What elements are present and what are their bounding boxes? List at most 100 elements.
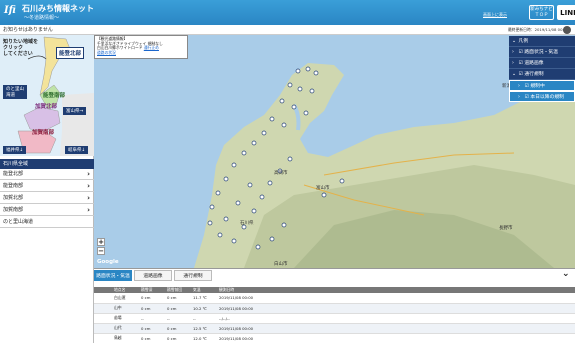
legend-label: 路面状況・気温 — [524, 50, 558, 55]
place-label: 白山市 — [274, 262, 288, 267]
zoom-in-button[interactable]: + — [97, 238, 105, 246]
data-panel: 路面状況・気温 道路画像 通行規制 ⌄ 地点名 積雪深 積雪前回 気温 観測日時… — [94, 268, 575, 343]
cell-station: 白山運 — [94, 293, 138, 304]
table-row[interactable]: 山代 0 cm 0 cm 12.5 ℃ 2019/11/08 00:00 — [94, 323, 575, 334]
sidebar-item-label: 加賀北部 — [3, 195, 24, 201]
legend-item-upcoming[interactable]: › ☑ 本日以降の規制 — [509, 91, 575, 102]
cell-snow: -- — [138, 313, 164, 324]
region-minimap[interactable]: 知りたい地域を クリック してください 能登北部 能登南部 のと里山 海道 加賀… — [0, 35, 94, 156]
cell-snow-prev: 0 cm — [164, 323, 190, 334]
chevron-down-icon: ⌄ — [512, 39, 517, 44]
legend-item-road-surface[interactable]: › ☑ 路面状況・気温 — [509, 47, 575, 58]
table-row[interactable]: 山中 0 cm 0 cm 10.2 ℃ 2019/11/08 00:00 — [94, 303, 575, 314]
table-row[interactable]: 苗場 -- -- -- --/--/-- — [94, 313, 575, 324]
cell-time: 2019/11/08 00:00 — [216, 333, 575, 343]
legend-item-road-camera[interactable]: › ☑ 道路画像 — [509, 58, 575, 69]
sidebar-item-noto-north[interactable]: 能登北部 › — [0, 169, 94, 180]
region-all[interactable]: 石川県全域 — [0, 159, 94, 169]
chevron-right-icon: › — [87, 194, 90, 202]
table-row[interactable]: 鳥越 0 cm 0 cm 12.0 ℃ 2019/11/08 00:00 — [94, 333, 575, 343]
chevron-right-icon: › — [87, 182, 90, 190]
info-road-2-status[interactable]: 通行止め — [144, 45, 159, 50]
checkbox-icon[interactable]: ☑ — [525, 95, 529, 100]
map-view[interactable]: 【観光道路情報】 千里浜なぎさドライブウェイ 規制なし 白山白川郷ホワイトロード… — [94, 35, 575, 268]
sidebar-item-kaga-north[interactable]: 加賀北部 › — [0, 193, 94, 204]
chevron-right-icon: › — [87, 170, 90, 178]
region-gifu-link[interactable]: 岐阜県↓ — [65, 146, 89, 154]
legend-header[interactable]: ⌄ 凡例 — [509, 36, 575, 47]
cell-station: 山代 — [94, 323, 138, 334]
region-noto-satoyama[interactable]: のと里山 海道 — [3, 85, 27, 99]
legend-title: 凡例 — [518, 39, 529, 44]
tab-regulation[interactable]: 通行規制 — [174, 270, 212, 281]
cell-temp: 11.7 ℃ — [190, 293, 216, 304]
minimap-hint: 知りたい地域を クリック してください — [3, 39, 39, 57]
sidebar-item-label: 加賀南部 — [3, 207, 24, 213]
tab-road-surface[interactable]: 路面状況・気温 — [94, 270, 132, 281]
observation-table: 地点名 積雪深 積雪前回 気温 観測日時 白山運 0 cm 0 cm 11.7 … — [94, 287, 575, 343]
cell-snow-prev: -- — [164, 313, 190, 324]
place-label: 石川県 — [240, 221, 254, 226]
checkbox-icon[interactable]: ☑ — [519, 72, 523, 77]
notice-text: お知らせはありません — [3, 27, 53, 33]
checkbox-icon[interactable]: ☑ — [519, 50, 523, 55]
sidebar-item-noto-south[interactable]: 能登南部 › — [0, 181, 94, 192]
region-fukui-link[interactable]: 福井県↓ — [3, 146, 27, 154]
legend-label: 本日以降の規制 — [530, 95, 564, 100]
legend-item-active[interactable]: › ☑ 規制中 — [509, 80, 575, 91]
chevron-down-icon: ⌄ — [512, 72, 517, 77]
site-title[interactable]: 石川みち情報ネット — [22, 4, 94, 13]
region-kaga-south[interactable]: 加賀南部 — [32, 128, 54, 136]
sidebar-item-label: 能登北部 — [3, 171, 24, 177]
chevron-right-icon: › — [87, 206, 90, 214]
cell-snow: 0 cm — [138, 333, 164, 343]
sidebar-item-label: のと里山海道 — [3, 219, 34, 225]
region-toyama-link[interactable]: 富山県→ — [63, 107, 87, 115]
tourist-road-info: 【観光道路情報】 千里浜なぎさドライブウェイ 規制なし 白山白川郷ホワイトロード… — [94, 35, 188, 59]
checkbox-icon[interactable]: ☑ — [519, 61, 523, 66]
checkbox-icon[interactable]: ☑ — [525, 84, 529, 89]
cell-snow: 0 cm — [138, 293, 164, 304]
cell-snow-prev: 0 cm — [164, 293, 190, 304]
chevron-right-icon: › — [512, 50, 514, 55]
chevron-right-icon: › — [518, 95, 520, 100]
legend-label: 規制中 — [530, 84, 545, 89]
cell-time: 2019/11/08 00:00 — [216, 323, 575, 334]
app-header: Ifi 石川みち情報ネット ～冬道路情報～ 画面上に表示 新みちナビ ＴＯＰ L… — [0, 0, 575, 25]
cell-snow: 0 cm — [138, 303, 164, 314]
place-label: 長野市 — [499, 226, 513, 231]
cell-snow-prev: 0 cm — [164, 333, 190, 343]
notice-bar: お知らせはありません 最終更新日時：2019/11/08 00:00 — [0, 25, 575, 35]
cell-temp: 10.2 ℃ — [190, 303, 216, 314]
header-link[interactable]: 画面上に表示 — [483, 12, 507, 18]
place-label: 高岡市 — [274, 171, 288, 176]
map-legend: ⌄ 凡例 › ☑ 路面状況・気温 › ☑ 道路画像 ⌄ ☑ 通行規制 › ☑ 規… — [509, 36, 575, 102]
cell-temp: 12.5 ℃ — [190, 323, 216, 334]
legend-label: 通行規制 — [524, 72, 544, 77]
legend-item-regulation[interactable]: ⌄ ☑ 通行規制 — [509, 69, 575, 80]
zoom-out-button[interactable]: − — [97, 247, 105, 255]
site-logo[interactable]: Ifi — [4, 4, 18, 18]
sidebar-item-noto-satoyama[interactable]: のと里山海道 — [0, 217, 94, 228]
tab-road-camera[interactable]: 道路画像 — [134, 270, 172, 281]
cell-time: --/--/-- — [216, 313, 575, 324]
top-button[interactable]: 新みちナビ ＴＯＰ — [529, 5, 554, 20]
sidebar-item-label: 能登南部 — [3, 183, 24, 189]
region-noto-south[interactable]: 能登南部 — [43, 91, 65, 99]
cell-station: 山中 — [94, 303, 138, 314]
cell-time: 2019/11/08 00:00 — [216, 293, 575, 304]
region-noto-north[interactable]: 能登北部 — [56, 47, 85, 59]
info-road-link[interactable]: 道路の状況 — [97, 50, 185, 56]
cell-time: 2019/11/08 00:00 — [216, 303, 575, 314]
collapse-icon[interactable]: ⌄ — [562, 269, 570, 279]
sidebar: 知りたい地域を クリック してください 能登北部 能登南部 のと里山 海道 加賀… — [0, 35, 94, 343]
sidebar-item-kaga-south[interactable]: 加賀南部 › — [0, 205, 94, 216]
cell-snow-prev: 0 cm — [164, 303, 190, 314]
refresh-icon[interactable] — [563, 26, 571, 34]
last-updated: 最終更新日時：2019/11/08 00:00 — [508, 27, 569, 32]
cell-station: 苗場 — [94, 313, 138, 324]
line-button[interactable]: LINE — [557, 5, 575, 20]
cell-snow: 0 cm — [138, 323, 164, 334]
region-kaga-north[interactable]: 加賀北部 — [35, 102, 57, 110]
table-row[interactable]: 白山運 0 cm 0 cm 11.7 ℃ 2019/11/08 00:00 — [94, 293, 575, 304]
